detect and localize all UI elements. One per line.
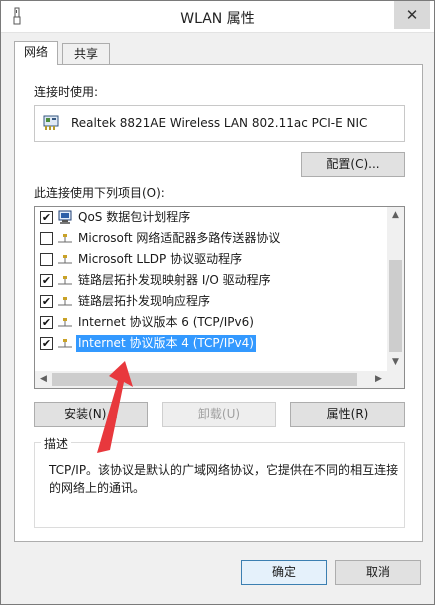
list-item-label: QoS 数据包计划程序 bbox=[78, 210, 191, 224]
tab-sharing[interactable]: 共享 bbox=[62, 43, 110, 65]
protocol-icon bbox=[58, 297, 72, 306]
tab-network[interactable]: 网络 bbox=[14, 41, 58, 65]
vertical-scroll-thumb[interactable] bbox=[389, 260, 402, 352]
install-button[interactable]: 安装(N)... bbox=[34, 402, 148, 427]
scroll-up-icon[interactable]: ▲ bbox=[387, 207, 404, 224]
list-item[interactable]: Microsoft LLDP 协议驱动程序 bbox=[35, 249, 387, 270]
list-item-selected[interactable]: ✔ Internet 协议版本 4 (TCP/IPv4) bbox=[35, 333, 387, 354]
list-item[interactable]: ✔ QoS 数据包计划程序 bbox=[35, 207, 387, 228]
list-item[interactable]: Microsoft 网络适配器多路传送器协议 bbox=[35, 228, 387, 249]
checkbox[interactable]: ✔ bbox=[40, 337, 53, 350]
protocol-icon bbox=[58, 318, 72, 327]
list-item[interactable]: ✔ 链路层拓扑发现响应程序 bbox=[35, 291, 387, 312]
adapter-name: Realtek 8821AE Wireless LAN 802.11ac PCI… bbox=[71, 116, 368, 130]
items-label: 此连接使用下列项目(O): bbox=[34, 186, 165, 200]
list-item[interactable]: ✔ Internet 协议版本 6 (TCP/IPv6) bbox=[35, 312, 387, 333]
list-item-label: Internet 协议版本 6 (TCP/IPv6) bbox=[78, 315, 254, 329]
qos-scheduler-icon bbox=[58, 210, 72, 224]
protocol-icon bbox=[58, 276, 72, 285]
description-text: TCP/IP。该协议是默认的广域网络协议，它提供在不同的相互连接的网络上的通讯。 bbox=[49, 463, 399, 495]
protocol-icon bbox=[58, 255, 72, 264]
description-title: 描述 bbox=[41, 435, 72, 452]
properties-button[interactable]: 属性(R) bbox=[290, 402, 405, 427]
ok-button[interactable]: 确定 bbox=[241, 560, 327, 585]
close-button[interactable]: ✕ bbox=[394, 1, 430, 29]
title-bar[interactable]: WLAN 属性 ✕ bbox=[1, 1, 434, 33]
connection-items-list[interactable]: ✔ QoS 数据包计划程序 Microsoft 网络适配器多路传送器协议 Mic… bbox=[34, 206, 405, 389]
checkbox[interactable]: ✔ bbox=[40, 295, 53, 308]
list-item-label: 链路层拓扑发现映射器 I/O 驱动程序 bbox=[78, 273, 271, 287]
checkbox[interactable]: ✔ bbox=[40, 274, 53, 287]
uninstall-button[interactable]: 卸载(U) bbox=[162, 402, 276, 427]
configure-button[interactable]: 配置(C)... bbox=[301, 152, 405, 177]
list-item[interactable]: ✔ 链路层拓扑发现映射器 I/O 驱动程序 bbox=[35, 270, 387, 291]
scrollbar-corner bbox=[387, 371, 404, 388]
list-item-label: Microsoft 网络适配器多路传送器协议 bbox=[78, 231, 281, 245]
network-card-icon bbox=[43, 115, 59, 130]
connect-using-label: 连接时使用: bbox=[34, 85, 99, 99]
checkbox[interactable] bbox=[40, 253, 53, 266]
scroll-right-icon[interactable]: ▶ bbox=[370, 371, 387, 388]
horizontal-scrollbar[interactable]: ◀ ▶ bbox=[35, 371, 387, 388]
description-group: 描述 TCP/IP。该协议是默认的广域网络协议，它提供在不同的相互连接的网络上的… bbox=[34, 435, 405, 528]
properties-window: WLAN 属性 ✕ 网络 共享 连接时使用: Realtek 8821AE Wi… bbox=[0, 0, 435, 605]
protocol-icon bbox=[58, 339, 72, 348]
tab-panel-network: 连接时使用: Realtek 8821AE Wireless LAN 802.1… bbox=[14, 64, 423, 542]
scroll-down-icon[interactable]: ▼ bbox=[387, 354, 404, 371]
checkbox[interactable] bbox=[40, 232, 53, 245]
protocol-icon bbox=[58, 234, 72, 243]
list-item-label: Microsoft LLDP 协议驱动程序 bbox=[78, 252, 243, 266]
horizontal-scroll-thumb[interactable] bbox=[52, 373, 357, 386]
adapter-display: Realtek 8821AE Wireless LAN 802.11ac PCI… bbox=[34, 105, 405, 142]
checkbox[interactable]: ✔ bbox=[40, 316, 53, 329]
window-title: WLAN 属性 bbox=[180, 11, 255, 27]
vertical-scrollbar[interactable]: ▲ ▼ bbox=[387, 207, 404, 371]
list-item-label: 链路层拓扑发现响应程序 bbox=[78, 294, 211, 308]
scroll-left-icon[interactable]: ◀ bbox=[35, 371, 52, 388]
checkbox[interactable]: ✔ bbox=[40, 211, 53, 224]
list-item-label: Internet 协议版本 4 (TCP/IPv4) bbox=[76, 335, 256, 352]
cancel-button[interactable]: 取消 bbox=[335, 560, 421, 585]
